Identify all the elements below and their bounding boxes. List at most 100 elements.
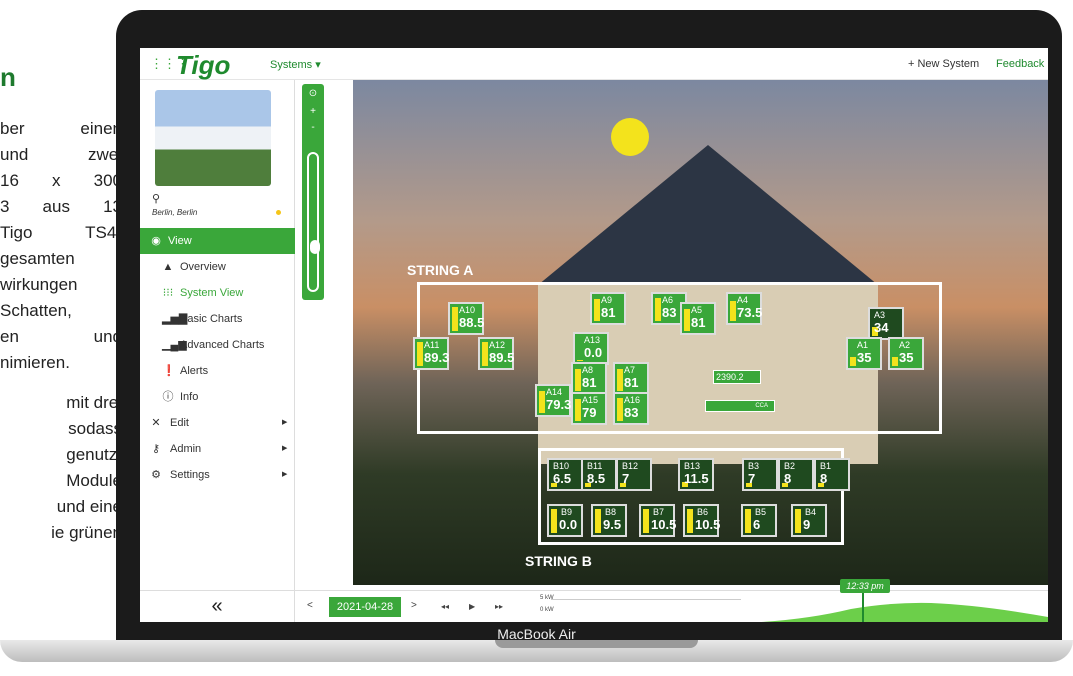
solar-module-a8[interactable]: A8 81 — [571, 362, 607, 395]
article-line: 3 aus 13 — [0, 197, 122, 216]
grid-icon: ⁝⁝⁝ — [162, 287, 174, 299]
nav-system-view[interactable]: ⁝⁝⁝ System View — [140, 280, 295, 306]
module-value: 8 — [820, 471, 828, 486]
nav-overview[interactable]: ▲ Overview — [140, 254, 295, 280]
solar-module-b6[interactable]: B6 10.5 — [683, 504, 721, 537]
nav-basic-charts[interactable]: ▂▅▇ Basic Charts — [140, 306, 295, 332]
nav-view[interactable]: ◉ View — [140, 228, 295, 254]
time-cursor[interactable] — [862, 591, 864, 622]
next-day-button[interactable]: > — [411, 600, 417, 611]
module-value: 0.0 — [559, 517, 578, 532]
article-line: und eine — [56, 497, 122, 516]
module-value: 35 — [899, 350, 914, 365]
locate-icon[interactable]: ⊙ — [302, 88, 324, 99]
solar-module-b1[interactable]: B1 8 — [814, 458, 850, 491]
solar-module-b9[interactable]: B9 0.0 — [547, 504, 583, 537]
module-id: A14 — [546, 387, 563, 397]
article-line: Tigo TS4- — [0, 223, 122, 242]
solar-module-a5[interactable]: A5 81 — [680, 302, 716, 335]
prev-day-button[interactable]: < — [307, 600, 313, 611]
forward-button[interactable]: ▸▸ — [495, 602, 503, 611]
rewind-button[interactable]: ◂◂ — [441, 602, 449, 611]
module-output-bar — [575, 369, 581, 391]
solar-module-a10[interactable]: A10 88.5 — [448, 302, 484, 335]
nav-alerts[interactable]: ❗ Alerts — [140, 358, 295, 384]
solar-module-b12[interactable]: B12 7 — [616, 458, 652, 491]
solar-module-b3[interactable]: B3 7 — [742, 458, 778, 491]
production-curve[interactable] — [741, 599, 1048, 622]
module-id: B11 — [587, 461, 603, 471]
solar-module-a4[interactable]: A4 73.5 — [726, 292, 762, 325]
nav-label: Edit — [170, 417, 189, 429]
zoom-out-button[interactable]: - — [302, 122, 324, 133]
nav-label: Basic Charts — [180, 313, 243, 325]
module-output-bar — [452, 307, 458, 331]
nav-edit[interactable]: ✕ Edit ▶ — [140, 410, 295, 436]
apps-grid-icon[interactable]: ⋮⋮⋮ — [150, 57, 189, 71]
nav-advanced-charts[interactable]: ▁▄▆ Advanced Charts — [140, 332, 295, 358]
solar-module-a16[interactable]: A16 83 — [613, 392, 649, 425]
module-value: 0.0 — [584, 345, 603, 360]
nav-admin[interactable]: ⚷ Admin ▶ — [140, 436, 295, 462]
solar-module-a13[interactable]: A13 0.0 — [573, 332, 609, 365]
module-id: A9 — [601, 295, 613, 305]
cca-device[interactable]: CCA — [705, 400, 775, 412]
article-line: gesamten — [0, 249, 75, 268]
nav-info[interactable]: ⓘ Info — [140, 384, 295, 410]
solar-module-b7[interactable]: B7 10.5 — [639, 504, 676, 537]
solar-module-b2[interactable]: B2 8 — [778, 458, 814, 491]
module-id: B8 — [605, 507, 617, 517]
solar-module-b8[interactable]: B8 9.5 — [591, 504, 627, 537]
solar-module-a14[interactable]: A14 79.3 — [535, 384, 571, 417]
solar-module-b10[interactable]: B10 6.5 — [547, 458, 583, 491]
module-output-bar — [617, 398, 623, 421]
new-system-button[interactable]: + New System — [908, 58, 979, 70]
zoom-slider-knob[interactable] — [310, 240, 320, 254]
module-output-bar — [577, 360, 583, 361]
zoom-slider[interactable] — [307, 152, 320, 292]
module-value: 10.5 — [695, 517, 721, 532]
solar-module-b11[interactable]: B11 8.5 — [581, 458, 617, 491]
system-photo[interactable] — [155, 90, 271, 186]
module-output-bar — [745, 509, 751, 533]
collapse-sidebar-button[interactable]: « — [140, 590, 295, 622]
solar-module-a1[interactable]: A1 35 — [846, 337, 882, 370]
submenu-arrow-icon: ▶ — [282, 471, 288, 478]
solar-module-a7[interactable]: A7 81 — [613, 362, 649, 395]
module-value: 8 — [784, 471, 792, 486]
system-view-canvas: STRING A STRING B 2390.2 CCA A10 88.5 A9 81… — [353, 80, 1048, 585]
sidebar: ⚲ Berlin, Berlin ◉ View ▲ Overview ⁝⁝⁝ System… — [140, 80, 295, 590]
solar-module-a15[interactable]: A15 79 — [571, 392, 607, 425]
location-label: Berlin, Berlin — [152, 208, 198, 217]
module-value: 88.5 — [459, 315, 485, 330]
zoom-in-button[interactable]: + — [302, 106, 324, 117]
solar-module-a12[interactable]: A12 89.5 — [478, 337, 514, 370]
solar-module-a2[interactable]: A2 35 — [888, 337, 924, 370]
solar-module-a9[interactable]: A9 81 — [590, 292, 626, 325]
module-id: A11 — [424, 340, 440, 350]
article-line: ie grünen — [51, 523, 122, 542]
solar-module-b5[interactable]: B5 6 — [741, 504, 777, 537]
solar-module-a11[interactable]: A11 89.3 — [413, 337, 449, 370]
nav-settings[interactable]: ⚙ Settings ▶ — [140, 462, 295, 488]
module-id: A4 — [737, 295, 749, 305]
article-line: Module — [66, 471, 122, 490]
module-value: 9 — [803, 517, 811, 532]
gear-icon: ⚙ — [151, 469, 161, 481]
inverter-readout[interactable]: 2390.2 — [713, 370, 761, 384]
module-output-bar — [795, 509, 801, 533]
systems-menu[interactable]: Systems ▾ — [270, 58, 321, 71]
module-id: B3 — [748, 461, 760, 471]
kw-min-label: 0 kW — [540, 607, 554, 613]
feedback-link[interactable]: Feedback — [996, 58, 1044, 70]
solar-module-b13[interactable]: B13 11.5 — [678, 458, 714, 491]
module-id: A6 — [662, 295, 674, 305]
module-value: 73.5 — [737, 305, 763, 320]
string-a-label: STRING A — [407, 262, 474, 278]
solar-module-b4[interactable]: B4 9 — [791, 504, 827, 537]
date-picker[interactable]: 2021-04-28 — [329, 597, 401, 617]
solar-module-a3[interactable]: A3 34 — [868, 307, 904, 340]
module-value: 8.5 — [587, 471, 606, 486]
play-button[interactable]: ▶ — [469, 602, 475, 611]
tigo-logo[interactable]: Tigo — [176, 50, 230, 81]
